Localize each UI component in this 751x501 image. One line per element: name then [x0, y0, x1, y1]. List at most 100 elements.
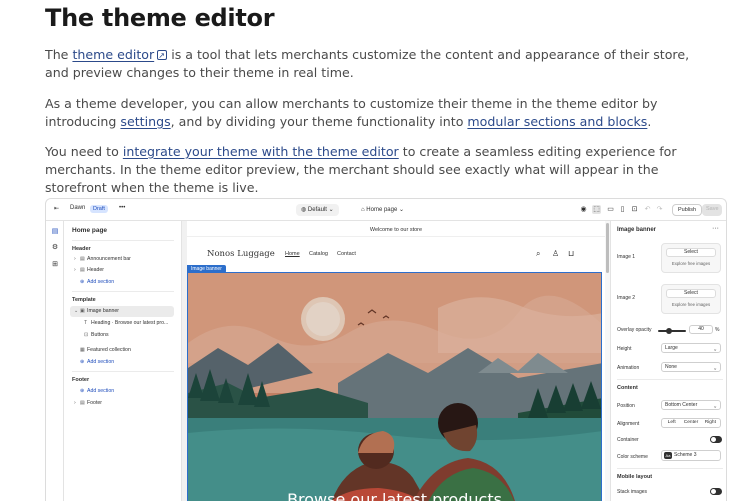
more-icon[interactable]: •••	[119, 205, 125, 211]
color-scheme-select[interactable]: Aa Scheme 3	[661, 450, 721, 461]
label: Image banner	[87, 308, 120, 314]
mobile-icon[interactable]: ▯	[618, 205, 627, 214]
align-left-option[interactable]: Left	[662, 419, 681, 427]
theme-editor-link[interactable]: theme editor	[72, 47, 154, 62]
label: Buttons	[91, 332, 109, 338]
sections-blocks-link[interactable]: modular sections and blocks	[467, 114, 647, 129]
divider	[72, 291, 174, 292]
store-header[interactable]: Nonos Luggage Home Catalog Contact ⌕ ♙ ⊔	[187, 239, 605, 265]
nav-catalog[interactable]: Catalog	[309, 251, 328, 257]
settings-link[interactable]: settings	[120, 114, 170, 129]
status-badge: Draft	[90, 205, 108, 213]
chevron-down-icon: ⌄	[328, 207, 334, 213]
color-scheme-swatch: Aa	[664, 452, 672, 459]
height-select[interactable]: Large	[661, 343, 721, 353]
animation-select[interactable]: None	[661, 362, 721, 372]
text-icon: T	[84, 320, 88, 326]
text: You need to	[45, 144, 123, 159]
add-section-button[interactable]: ⊕ Add section	[70, 277, 174, 288]
section-icon: ▤	[80, 400, 85, 406]
overlay-opacity-input[interactable]: 40	[689, 325, 713, 334]
divider	[617, 379, 723, 380]
storefront-preview: Welcome to our store Nonos Luggage Home …	[187, 221, 605, 501]
divider	[72, 240, 174, 241]
settings-panel: Image banner ··· Image 1 Select Explore …	[610, 221, 726, 501]
select-cursor-icon[interactable]: ⬚	[592, 205, 601, 214]
text: , and by dividing your theme functionali…	[170, 114, 468, 129]
inspector-icon[interactable]: ◉	[579, 205, 588, 214]
add-section-button[interactable]: ⊕ Add section	[70, 357, 174, 368]
mobile-layout-group-label: Mobile layout	[617, 474, 653, 480]
add-section-button[interactable]: ⊕ Add section	[70, 386, 174, 397]
nav-home[interactable]: Home	[285, 251, 300, 257]
publish-button[interactable]: Publish	[672, 204, 703, 216]
theme-select[interactable]: ◍ Default ⌄	[296, 204, 339, 216]
sidebar-item-heading-block[interactable]: T Heading · Browse our latest pro...	[70, 318, 174, 329]
scroll-thumb[interactable]	[606, 223, 609, 273]
image1-picker[interactable]: Select Explore free images	[661, 243, 721, 273]
account-icon[interactable]: ♙	[552, 249, 559, 258]
store-logo[interactable]: Nonos Luggage	[207, 249, 275, 259]
slider-thumb[interactable]	[666, 328, 673, 334]
text: .	[647, 114, 652, 129]
label: Add section	[87, 359, 115, 365]
apps-icon[interactable]: ⊞	[51, 261, 59, 269]
label: Header	[87, 267, 105, 273]
banner-illustration	[188, 273, 601, 501]
collection-icon: ▦	[80, 347, 85, 353]
sidebar-item-buttons-block[interactable]: ⊡ Buttons	[70, 330, 174, 341]
container-toggle[interactable]	[710, 436, 722, 443]
plus-circle-icon: ⊕	[80, 359, 85, 365]
sidebar-item-footer[interactable]: › ▤ Footer	[70, 398, 174, 409]
undo-icon[interactable]: ↶	[643, 205, 652, 214]
content-group-label: Content	[617, 385, 638, 391]
nav-contact[interactable]: Contact	[337, 251, 356, 257]
chevron-down-icon: ⌄	[399, 207, 405, 213]
image-banner[interactable]: Browse our latest products	[187, 272, 602, 501]
image1-label: Image 1	[617, 254, 636, 260]
theme-name: Dawn	[70, 205, 86, 211]
alignment-segmented[interactable]: Left Center Right	[661, 418, 721, 428]
sidebar-item-featured-collection[interactable]: ▦ Featured collection	[70, 345, 174, 356]
label: Select	[684, 290, 698, 296]
page-title: The theme editor	[45, 4, 275, 32]
explore-images-link[interactable]: Explore free images	[662, 261, 720, 266]
external-link-icon	[157, 47, 168, 65]
palette-icon: ◍	[301, 207, 307, 213]
announcement-bar[interactable]: Welcome to our store	[187, 223, 605, 237]
align-center-option[interactable]: Center	[681, 419, 700, 427]
save-button[interactable]: Save	[702, 204, 722, 216]
position-select[interactable]: Bottom Center	[661, 400, 721, 410]
integrate-theme-link[interactable]: integrate your theme with the theme edit…	[123, 144, 399, 159]
sections-icon[interactable]: ▤	[51, 228, 59, 236]
desktop-icon[interactable]: ▭	[606, 205, 615, 214]
align-right-option[interactable]: Right	[701, 419, 720, 427]
label: Heading · Browse our latest pro...	[91, 320, 169, 326]
select-image-button[interactable]: Select	[666, 289, 716, 298]
image2-picker[interactable]: Select Explore free images	[661, 284, 721, 314]
plus-circle-icon: ⊕	[80, 388, 85, 394]
stack-images-toggle[interactable]	[710, 488, 722, 495]
select-image-button[interactable]: Select	[666, 248, 716, 257]
cart-icon[interactable]: ⊔	[568, 249, 574, 258]
page-select[interactable]: ⌂ Home page ⌄	[356, 204, 409, 216]
exit-icon[interactable]: ⇤	[54, 205, 59, 212]
redo-icon[interactable]: ↷	[655, 205, 664, 214]
sidebar-item-announcement-bar[interactable]: › ▤ Announcement bar	[70, 254, 174, 265]
height-label: Height	[617, 346, 632, 352]
image2-label: Image 2	[617, 295, 636, 301]
theme-settings-icon[interactable]: ⚙	[51, 244, 59, 252]
sidebar-item-header[interactable]: › ▤ Header	[70, 265, 174, 276]
editor-topbar: ⇤ Dawn Draft ••• ◍ Default ⌄ ⌂ Home page…	[46, 199, 726, 221]
search-icon[interactable]: ⌕	[536, 249, 540, 259]
more-icon[interactable]: ···	[712, 225, 719, 232]
text: The	[45, 47, 73, 62]
banner-heading[interactable]: Browse our latest products	[188, 490, 601, 501]
fullscreen-icon[interactable]: ⊡	[630, 205, 639, 214]
plus-circle-icon: ⊕	[80, 279, 85, 285]
sidebar-item-image-banner[interactable]: ⌄ ▣ Image banner	[70, 306, 174, 317]
section-tag: Image banner	[187, 265, 226, 273]
explore-images-link[interactable]: Explore free images	[662, 302, 720, 307]
settings-title: Image banner	[617, 227, 657, 233]
image-icon: ▣	[80, 308, 85, 314]
